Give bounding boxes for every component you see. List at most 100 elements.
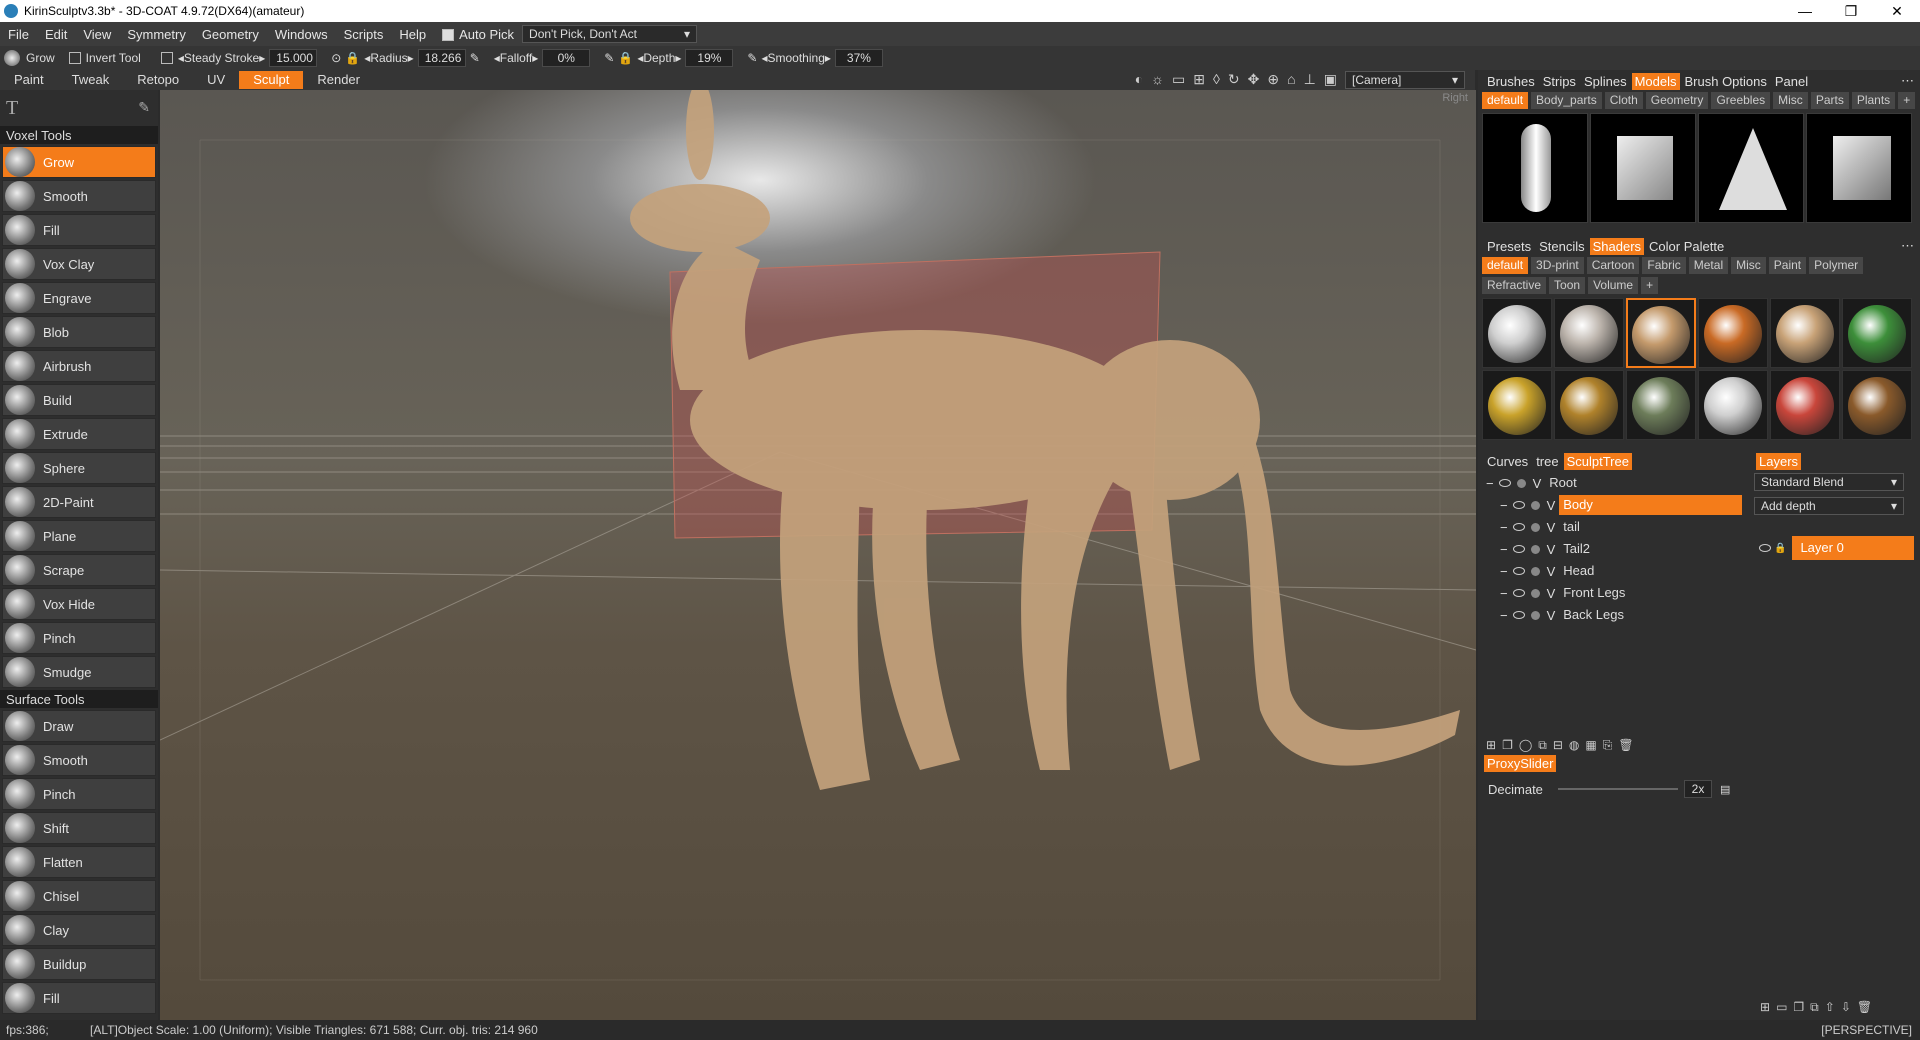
chip-default[interactable]: default: [1482, 257, 1529, 274]
add-volume-icon[interactable]: ⊞: [1486, 738, 1496, 753]
tree-item-body[interactable]: − V Body: [1482, 494, 1742, 516]
tree-item-head[interactable]: − V Head: [1482, 560, 1742, 582]
move-up-icon[interactable]: ⇧: [1825, 1000, 1835, 1015]
tab-sculpt[interactable]: Sculpt: [239, 71, 304, 89]
surface-tool-draw[interactable]: Draw: [2, 710, 156, 742]
model-capsule[interactable]: [1482, 113, 1588, 223]
voxel-tool-extrude[interactable]: Extrude: [2, 418, 156, 450]
maximize-button[interactable]: ❐: [1828, 3, 1874, 20]
shader-swatch[interactable]: [1698, 298, 1768, 368]
text-tool-icon[interactable]: T: [6, 97, 18, 120]
chip-misc[interactable]: Misc: [1731, 257, 1766, 274]
minimize-button[interactable]: —: [1782, 3, 1828, 20]
voxel-tool-smooth[interactable]: Smooth: [2, 180, 156, 212]
chip-default[interactable]: default: [1482, 92, 1529, 109]
smoothing-input[interactable]: 37%: [834, 49, 883, 67]
panel-menu-icon[interactable]: ⋯: [1901, 73, 1914, 89]
voxel-tool-build[interactable]: Build: [2, 384, 156, 416]
frame-icon[interactable]: ▭: [1172, 71, 1185, 89]
eye-icon[interactable]: [1759, 544, 1771, 552]
smoothing-pen-icon[interactable]: ✎: [747, 51, 757, 65]
tab-stencils[interactable]: Stencils: [1536, 238, 1588, 255]
chip-polymer[interactable]: Polymer: [1809, 257, 1864, 274]
voxel-tool-smudge[interactable]: Smudge: [2, 656, 156, 688]
eye-icon[interactable]: [1512, 545, 1525, 553]
delete-icon[interactable]: 🗑: [1618, 738, 1633, 753]
menu-help[interactable]: Help: [391, 27, 434, 42]
shader-swatch[interactable]: [1770, 298, 1840, 368]
collapse-icon[interactable]: −: [1500, 498, 1508, 513]
brush-icon[interactable]: ✎: [138, 100, 150, 117]
pick-mode-dropdown[interactable]: Don't Pick, Don't Act ▾: [522, 25, 698, 43]
eye-icon[interactable]: [1512, 567, 1525, 575]
voxel-tool-engrave[interactable]: Engrave: [2, 282, 156, 314]
shader-swatch[interactable]: [1554, 298, 1624, 368]
collapse-icon[interactable]: −: [1486, 476, 1494, 491]
lock-icon[interactable]: 🔒: [1774, 543, 1786, 554]
chip-volume[interactable]: Volume: [1588, 277, 1639, 294]
shader-swatch[interactable]: [1842, 298, 1912, 368]
table-icon[interactable]: ▦: [1585, 738, 1596, 753]
collapse-icon[interactable]: −: [1500, 564, 1508, 579]
menu-view[interactable]: View: [75, 27, 119, 42]
clone-icon[interactable]: ◍: [1569, 738, 1579, 753]
surface-tool-shift[interactable]: Shift: [2, 812, 156, 844]
brush-curve-icon[interactable]: ✎: [470, 51, 480, 65]
layer-name[interactable]: Layer 0: [1792, 536, 1914, 560]
ghost-icon[interactable]: [1530, 610, 1540, 620]
surface-tool-smooth[interactable]: Smooth: [2, 744, 156, 776]
export-icon[interactable]: ⎘: [1603, 738, 1613, 753]
camera-dropdown[interactable]: [Camera] ▾: [1345, 71, 1465, 89]
shader-swatch[interactable]: [1626, 298, 1696, 368]
shader-swatch[interactable]: [1482, 298, 1552, 368]
menu-windows[interactable]: Windows: [267, 27, 336, 42]
rotate-icon[interactable]: ↻: [1228, 71, 1240, 89]
radius-input[interactable]: 18.266: [417, 49, 466, 67]
ghost-icon[interactable]: [1516, 478, 1526, 488]
split-icon[interactable]: ⊟: [1553, 738, 1563, 753]
decimate-value[interactable]: 2x: [1684, 780, 1712, 798]
menu-file[interactable]: File: [0, 27, 37, 42]
tab-tree[interactable]: tree: [1533, 453, 1561, 470]
new-layer-icon[interactable]: ⊞: [1760, 1000, 1770, 1015]
steady-stroke-input[interactable]: 15.000: [269, 49, 318, 67]
tree-item-front-legs[interactable]: − V Front Legs: [1482, 582, 1742, 604]
panel-menu-icon[interactable]: ⋯: [1901, 238, 1914, 254]
collapse-icon[interactable]: −: [1500, 542, 1508, 557]
axes-icon[interactable]: ⊥: [1304, 71, 1316, 89]
surface-tool-buildup[interactable]: Buildup: [2, 948, 156, 980]
chip-cloth[interactable]: Cloth: [1604, 92, 1643, 109]
depth-mode-dropdown[interactable]: Add depth ▾: [1754, 497, 1904, 515]
shader-swatch[interactable]: [1554, 370, 1624, 440]
viewport[interactable]: Right: [160, 90, 1476, 1020]
voxel-tool-blob[interactable]: Blob: [2, 316, 156, 348]
tab-panel[interactable]: Panel: [1772, 73, 1811, 90]
shader-swatch[interactable]: [1626, 370, 1696, 440]
auto-pick-toggle[interactable]: Auto Pick: [434, 27, 522, 42]
tab-strips[interactable]: Strips: [1540, 73, 1579, 90]
depth-input[interactable]: 19%: [685, 49, 734, 67]
tab-brush-options[interactable]: Brush Options: [1682, 73, 1770, 90]
radius-label[interactable]: ◂Radius▸: [364, 51, 413, 65]
chip-cartoon[interactable]: Cartoon: [1586, 257, 1640, 274]
shader-swatch[interactable]: [1482, 370, 1552, 440]
chip-plants[interactable]: Plants: [1851, 92, 1896, 109]
chip-add[interactable]: +: [1898, 92, 1916, 109]
chip-fabric[interactable]: Fabric: [1642, 257, 1686, 274]
collapse-icon[interactable]: −: [1500, 520, 1508, 535]
voxel-tool-sphere[interactable]: Sphere: [2, 452, 156, 484]
light-icon[interactable]: ☼: [1151, 71, 1164, 89]
ghost-icon[interactable]: [1530, 566, 1540, 576]
surface-tool-chisel[interactable]: Chisel: [2, 880, 156, 912]
menu-geometry[interactable]: Geometry: [194, 27, 267, 42]
tab-color-palette[interactable]: Color Palette: [1646, 238, 1727, 255]
zoom-icon[interactable]: ⊕: [1267, 71, 1279, 89]
chip-add[interactable]: +: [1641, 277, 1659, 294]
tab-presets[interactable]: Presets: [1484, 238, 1534, 255]
blend-mode-dropdown[interactable]: Standard Blend ▾: [1754, 473, 1904, 491]
decimate-slider[interactable]: [1558, 788, 1678, 790]
chip-refractive[interactable]: Refractive: [1482, 277, 1547, 294]
surface-tool-flatten[interactable]: Flatten: [2, 846, 156, 878]
move-icon[interactable]: ✥: [1248, 71, 1260, 89]
voxel-tool-airbrush[interactable]: Airbrush: [2, 350, 156, 382]
